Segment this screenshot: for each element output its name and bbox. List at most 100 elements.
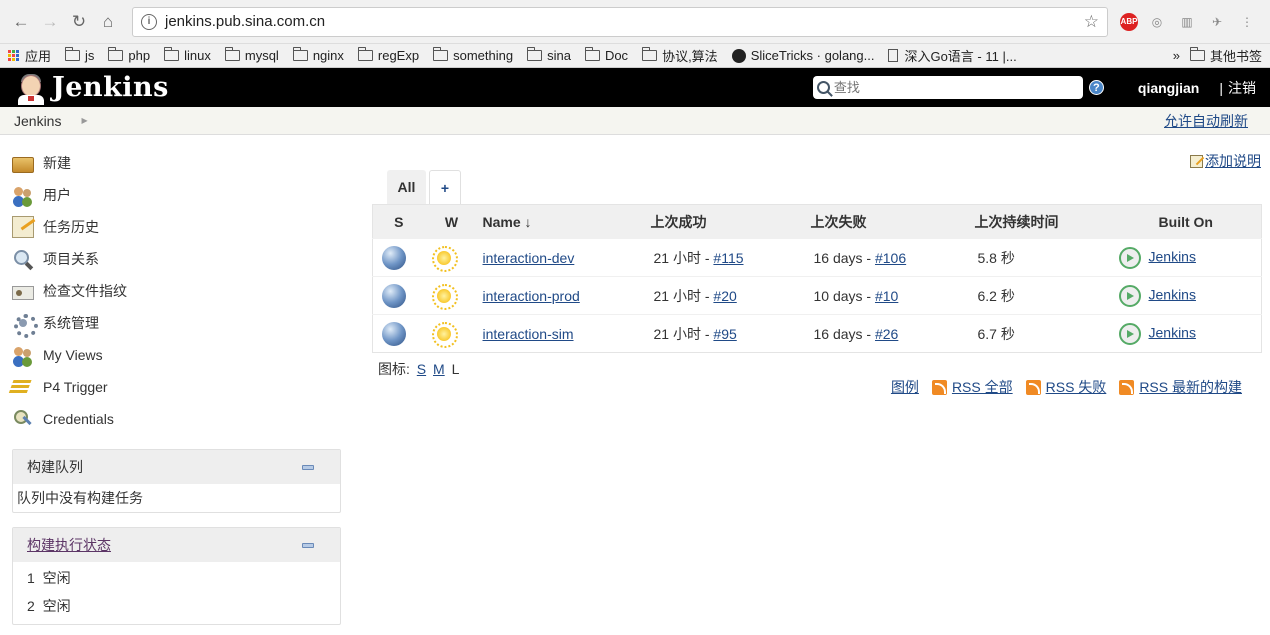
job-link[interactable]: interaction-dev xyxy=(483,250,575,266)
status-ball-icon[interactable] xyxy=(382,283,406,308)
reload-icon[interactable]: ↻ xyxy=(66,9,92,35)
user-link[interactable]: qiangjian xyxy=(1138,80,1199,96)
column-last-success[interactable]: 上次成功 xyxy=(650,204,811,239)
built-on-link[interactable]: Jenkins xyxy=(1149,324,1196,340)
add-description-link[interactable]: 添加说明 xyxy=(1190,151,1261,171)
sidebar-task-label[interactable]: 项目关系 xyxy=(43,249,99,269)
sidebar-task[interactable]: 新建 xyxy=(12,147,340,179)
bookmark-star-icon[interactable]: ☆ xyxy=(1084,12,1099,32)
rss-all-link[interactable]: RSS 全部 xyxy=(931,377,1013,397)
icon-size-selector: 图标: S M L xyxy=(378,361,460,377)
collapse-icon[interactable] xyxy=(302,542,314,548)
duration-cell: 5.8 秒 xyxy=(977,249,1015,266)
status-ball-icon[interactable] xyxy=(382,245,406,270)
logout-link[interactable]: | 注销 xyxy=(1219,78,1256,98)
sidebar-task-label[interactable]: 新建 xyxy=(43,153,71,173)
last-failure-build-link[interactable]: #10 xyxy=(875,288,898,304)
built-on-link[interactable]: Jenkins xyxy=(1149,248,1196,264)
column-last-duration[interactable]: 上次持续时间 xyxy=(974,204,1111,239)
legend-link[interactable]: 图例 xyxy=(891,377,919,397)
bookmarks-overflow-icon[interactable]: » xyxy=(1173,48,1180,63)
executor-status-link[interactable]: 构建执行状态 xyxy=(27,535,111,555)
icon-size-m[interactable]: M xyxy=(433,361,445,377)
home-icon[interactable]: ⌂ xyxy=(95,9,121,35)
send-icon[interactable]: ✈ xyxy=(1206,11,1228,33)
bookmark-nginx[interactable]: nginx xyxy=(292,47,344,63)
weather-sunny-icon[interactable] xyxy=(431,283,458,310)
search-icon xyxy=(12,248,34,270)
menu-icon[interactable]: ⋮ xyxy=(1236,11,1258,33)
glasses-icon[interactable]: ◎ xyxy=(1146,11,1168,33)
breadcrumb-jenkins[interactable]: Jenkins xyxy=(14,113,61,129)
adblock-icon[interactable]: ABP xyxy=(1120,12,1138,31)
folder-icon xyxy=(584,47,600,61)
bookmark-js[interactable]: js xyxy=(65,47,94,63)
bookmark-php[interactable]: php xyxy=(108,47,150,63)
sidebar-task-label[interactable]: 用户 xyxy=(43,185,71,205)
column-built-on[interactable]: Built On xyxy=(1110,204,1262,239)
bookmark-regexp[interactable]: regExp xyxy=(357,47,419,63)
rss-latest-link[interactable]: RSS 最新的构建 xyxy=(1119,377,1242,397)
auto-refresh-link[interactable]: 允许自动刷新 xyxy=(1164,111,1248,131)
sidebar-task-label[interactable]: P4 Trigger xyxy=(43,379,108,395)
sidebar-task[interactable]: P4 Trigger xyxy=(12,371,340,403)
collapse-icon[interactable] xyxy=(302,464,314,470)
sidebar-task-label[interactable]: Credentials xyxy=(43,411,114,427)
status-ball-icon[interactable] xyxy=(382,321,406,346)
bookmark-protocol[interactable]: 协议,算法 xyxy=(642,46,718,65)
jenkins-butler-icon[interactable] xyxy=(14,71,48,105)
sidebar-task[interactable]: Credentials xyxy=(12,403,340,435)
site-info-icon[interactable]: i xyxy=(141,13,157,30)
bookmark-something[interactable]: something xyxy=(433,47,513,63)
icon-size-s[interactable]: S xyxy=(417,361,426,377)
tab-all[interactable]: All xyxy=(387,170,426,204)
last-success-build-link[interactable]: #95 xyxy=(713,326,736,342)
bookmark-apps[interactable]: 应用 xyxy=(8,46,51,65)
search-box[interactable] xyxy=(812,76,1083,99)
breadcrumb-arrow-icon[interactable]: ▶ xyxy=(81,116,87,125)
bookmark-slicetricks[interactable]: SliceTricks · golang... xyxy=(731,48,874,63)
sidebar-task-label[interactable]: 任务历史 xyxy=(43,217,99,237)
sidebar-task[interactable]: 项目关系 xyxy=(12,243,340,275)
tab-add-view[interactable]: + xyxy=(429,170,461,204)
jenkins-logo-text[interactable]: Jenkins xyxy=(52,72,169,103)
weather-sunny-icon[interactable] xyxy=(431,245,458,272)
bookmarks-bar: 应用 js php linux mysql nginx regExp somet… xyxy=(0,44,1270,68)
bookmark-mysql[interactable]: mysql xyxy=(224,47,279,63)
bookmark-doc[interactable]: Doc xyxy=(584,47,628,63)
last-failure-build-link[interactable]: #26 xyxy=(875,326,898,342)
sidebar-task[interactable]: 检查文件指纹 xyxy=(12,275,340,307)
search-input[interactable] xyxy=(833,80,1079,95)
last-failure-build-link[interactable]: #106 xyxy=(875,250,906,266)
built-on-link[interactable]: Jenkins xyxy=(1149,286,1196,302)
last-success-build-link[interactable]: #20 xyxy=(713,288,736,304)
column-status[interactable]: S xyxy=(372,204,425,239)
address-bar[interactable]: i jenkins.pub.sina.com.cn ☆ xyxy=(132,6,1108,37)
job-link[interactable]: interaction-sim xyxy=(483,326,574,342)
last-success-build-link[interactable]: #115 xyxy=(713,250,743,266)
column-weather[interactable]: W xyxy=(424,204,479,239)
sidebar-task-label[interactable]: 检查文件指纹 xyxy=(43,281,127,301)
help-icon[interactable]: ? xyxy=(1088,80,1104,95)
forward-arrow-icon[interactable]: → xyxy=(37,9,63,35)
bookmark-other[interactable]: 其他书签 xyxy=(1189,46,1262,65)
sidebar-task[interactable]: 系统管理 xyxy=(12,307,340,339)
column-name[interactable]: Name ↓ xyxy=(478,204,651,239)
rss-failed-link[interactable]: RSS 失败 xyxy=(1025,377,1106,397)
sidebar-task-label[interactable]: My Views xyxy=(43,347,103,363)
column-last-failure[interactable]: 上次失败 xyxy=(810,204,975,239)
back-arrow-icon[interactable]: ← xyxy=(8,9,34,35)
bookmark-sina[interactable]: sina xyxy=(527,47,571,63)
sidebar-task[interactable]: 任务历史 xyxy=(12,211,340,243)
bookmark-linux[interactable]: linux xyxy=(164,47,211,63)
sidebar-task[interactable]: My Views xyxy=(12,339,340,371)
sidebar-task-label[interactable]: 系统管理 xyxy=(43,313,99,333)
extension-icon[interactable]: ▥ xyxy=(1176,11,1198,33)
sidebar-task[interactable]: 用户 xyxy=(12,179,340,211)
job-link[interactable]: interaction-prod xyxy=(483,288,580,304)
icon-size-l: L xyxy=(451,361,460,377)
main-content: 添加说明 All + S W Name ↓ 上次成功 上次失败 上次持续时间 B… xyxy=(340,135,1270,625)
bookmark-go[interactable]: 深入Go语言 - 11 |... xyxy=(888,46,1017,65)
rss-icon xyxy=(1119,379,1135,395)
weather-sunny-icon[interactable] xyxy=(431,321,458,348)
